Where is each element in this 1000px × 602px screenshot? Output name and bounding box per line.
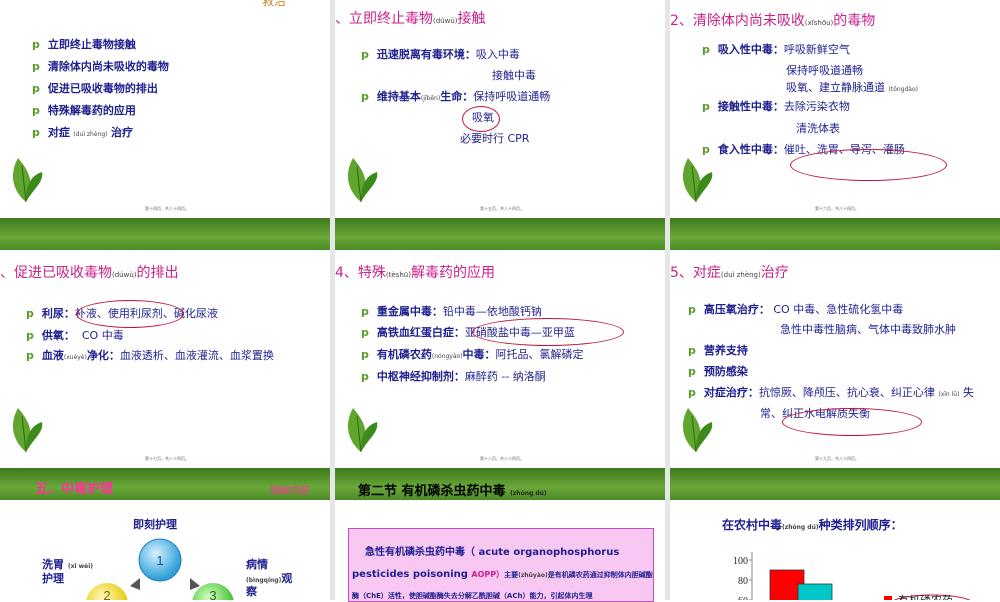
cycle-node-2: 2 [103,588,110,600]
bullet-item: p 供氧： CO 中毒 [26,329,124,342]
bullet-item: p 中枢神经抑制剂：麻醉药 -- 纳洛酮 [361,370,546,383]
definition-line-1: 急性有机磷杀虫药中毒（ acute organophosphorus [365,547,620,558]
indent-line: 急性中毒性脑病、气体中毒致肺水肿 [780,323,956,336]
legend-label: 有机磷农药 [898,593,953,600]
bullet-item: p 维持基本(jīběn)生命：保持呼吸道通畅 [361,90,551,103]
slide-footer: 第十四页，共八十四页。 [145,206,189,211]
green-bar [670,218,1000,250]
slide-title: 4、特殊(tèshū)解毒药的应用 [335,265,495,281]
bullet-item: p 促进已吸收毒物的排出 [32,82,158,95]
bullet-item: p 对症 (duì zhèng) 治疗 [32,126,133,139]
leaf-icon [682,158,713,203]
bullet-item: p 接触性中毒：去除污染衣物 [702,100,850,113]
slide-thumbnail-15[interactable]: 、立即终止毒物(dúwù)接触 p 迅速脱离有毒环境：吸入中毒 接触中毒 p 维持基… [335,0,665,218]
slide-title-fragment: 救治 [262,0,287,8]
leaf-icon [347,158,378,203]
cycle-diagram: 1 2 3 [86,538,234,600]
slide-footer: 第十七页，共八十四页。 [145,456,189,461]
slide-footer: 第十九页，共八十四页。 [815,456,859,461]
green-bar [0,218,330,250]
slide-footer: 第十八页，共八十四页。 [480,456,524,461]
green-bar [670,468,1000,500]
slide-title: 、促进已吸收毒物(dúwù)的排出 [0,265,179,281]
bullet-item: p 迅速脱离有毒环境：吸入中毒 [361,48,520,61]
indent-line: 吸氧、建立静脉通道 (tōngdào) [786,81,918,94]
bullet-item: p 预防感染 [688,365,748,378]
slide7-bar-tag: 理解内容 [270,486,310,497]
slide-thumbnail-16[interactable]: 2、清除体内尚未吸收(xīshōu)的毒物 p 吸入性中毒：呼吸新鲜空气 保持呼吸… [670,0,1000,218]
bar-chart: 100 80 60 有机磷农药 [733,552,971,600]
indent-line: 清洗体表 [796,122,840,135]
slide-title: 、立即终止毒物(dúwù)接触 [335,11,486,27]
slide-footer: 第十五页，共八十四页。 [480,206,524,211]
slide8-bar-title: 第二节 有机磷杀虫药中毒 (zhòng dú) [358,484,547,499]
bullet-item: p 营养支持 [688,344,748,357]
leaf-icon [12,158,43,203]
slide7-bar-title: 五、中毒护理 [35,482,114,497]
slide-thumbnail-22[interactable]: 在农村中毒(zhòng dú)种类排列顺序： 1008060有机磷农药 [670,500,1000,600]
bullet-item: p 重金属中毒：铅中毒—依地酸钙钠 [361,305,542,318]
annotation-oval [782,408,922,436]
bullet-item: p 血液(xuèyè)净化：血液透析、血液灌流、血浆置换 [26,349,274,362]
indent-line: 保持呼吸道通畅 [786,64,863,77]
legend-swatch [884,596,892,600]
leaf-icon [347,408,378,453]
bullet-item: p 高压氧治疗： CO 中毒、急性硫化氢中毒 [688,303,904,316]
slide-thumbnail-19[interactable]: 5、对症(duì zhèng)治疗 p 高压氧治疗： CO 中毒、急性硫化氢中毒 … [670,250,1000,468]
bullet-item: p 立即终止毒物接触 [32,38,136,51]
bullet-item: p 吸入性中毒：呼吸新鲜空气 [702,43,850,56]
definition-line-2: pesticides poisoning AOPP）主要(zhǔyào)是有机磷… [352,569,653,580]
leaf-icon [682,408,713,453]
cycle-node-3: 3 [209,588,216,600]
y-tick-label: 80 [738,576,748,587]
indent-line: 接触中毒 [492,69,536,82]
y-tick-label: 60 [738,596,748,600]
bullet-item: p 对症治疗：抗惊厥、降颅压、抗心衰、纠正心律 (xīn lǜ) 失 [688,386,974,399]
cycle-node-1: 1 [156,553,163,568]
leaf-icon [12,408,43,453]
bullet-item: p 有机磷农药(nóngyào)中毒：阿托品、氯解磷定 [361,348,584,361]
slide-thumbnail-18[interactable]: 4、特殊(tèshū)解毒药的应用 p 重金属中毒：铅中毒—依地酸钙钠 p 高铁血红… [335,250,665,468]
annotation-oval [790,149,947,181]
slide-title: 2、清除体内尚未吸收(xīshōu)的毒物 [670,13,876,29]
slide-thumbnail-20[interactable]: 即刻护理 洗胃 (xǐ wèi) 护理 病情 (bìngqíng)观 察 1 2… [0,500,330,600]
green-bar [335,218,665,250]
slide-thumbnail-14[interactable]: 救治 p 立即终止毒物接触 p 清除体内尚未吸收的毒物 p 促进已吸收毒物的排出 p特… [0,0,330,218]
bullet-item: p 清除体内尚未吸收的毒物 [32,60,169,73]
annotation-oval [472,318,624,346]
annotation-oval [462,106,500,132]
indent-line: 必要时行 CPR [460,132,530,145]
diagram-label-wash-2: 护理 [42,572,64,585]
slide-thumbnail-17[interactable]: 、促进已吸收毒物(dúwù)的排出 p 利尿：补液、使用利尿剂、碱化尿液 p 供氧：… [0,250,330,468]
slide-footer: 第十六页，共八十四页。 [815,206,859,211]
slide-title: 5、对症(duì zhèng)治疗 [670,265,789,281]
definition-box: 急性有机磷杀虫药中毒（ acute organophosphorus pesti… [348,528,654,602]
bullet-item: p 特殊解毒药的应用 [32,104,136,117]
bar-series-2 [797,583,833,600]
annotation-oval [76,300,184,328]
y-tick-label: 100 [733,556,748,567]
